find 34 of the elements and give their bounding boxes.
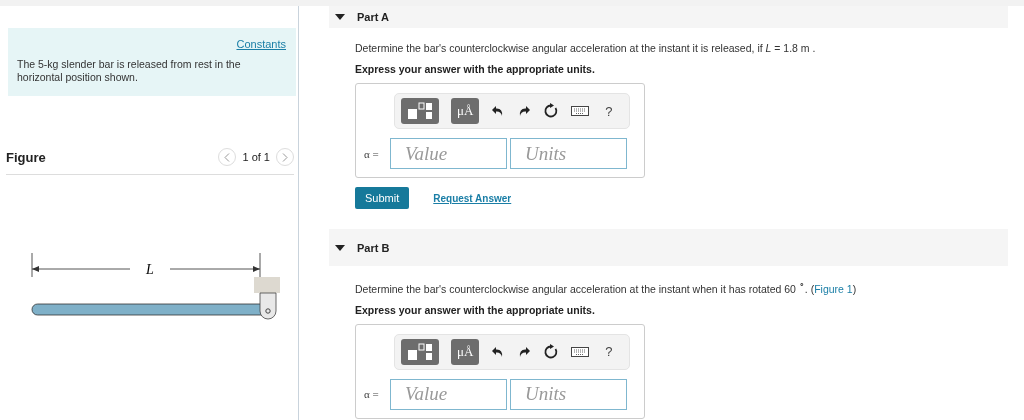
page-counter: 1 of 1: [242, 151, 270, 163]
templates-button[interactable]: [401, 338, 439, 365]
submit-button[interactable]: Submit: [355, 187, 410, 209]
request-answer-link[interactable]: Request Answer: [433, 192, 512, 204]
question-text: Determine the bar's counterclockwise angular acceleration at the instant when it has rotated 60 $^{∘}$. (Figure 1): [355, 280, 858, 295]
collapse-triangle-icon[interactable]: [335, 243, 345, 252]
keyboard-icon[interactable]: [571, 345, 590, 358]
left-chevron-icon: [224, 152, 231, 162]
instruction-text: Express your answer with the appropriate units.: [355, 63, 596, 75]
problem-text: The 5-kg slender bar is released from rest in the horizontal position shown.: [17, 58, 242, 84]
figure-link[interactable]: Figure 1: [814, 282, 853, 295]
constants-link[interactable]: Constants: [236, 38, 286, 50]
units-field[interactable]: Units: [510, 138, 627, 169]
instruction-text: Express your answer with the appropriate units.: [355, 303, 596, 316]
help-button[interactable]: ?: [601, 344, 617, 359]
collapse-triangle-icon[interactable]: [335, 13, 345, 21]
templates-button[interactable]: [401, 98, 439, 124]
right-chevron-icon: [282, 152, 288, 162]
part-title[interactable]: Part B: [357, 241, 390, 254]
figure-heading: Figure: [6, 149, 47, 165]
units-button[interactable]: μÅ: [451, 98, 480, 124]
reset-icon[interactable]: [543, 103, 560, 119]
units-button[interactable]: μÅ: [451, 338, 480, 365]
part-title[interactable]: Part A: [357, 11, 389, 23]
length-label: L: [146, 262, 154, 277]
question-text: Determine the bar's counterclockwise angular acceleration at the instant it is released, if L = 1.8 m .: [355, 42, 817, 54]
variable-label: α =: [364, 147, 380, 160]
value-field[interactable]: Value: [390, 138, 507, 169]
units-field[interactable]: Units: [510, 378, 627, 410]
value-field[interactable]: Value: [390, 378, 507, 410]
help-button[interactable]: ?: [601, 103, 617, 119]
reset-icon[interactable]: [543, 343, 560, 360]
keyboard-icon[interactable]: [571, 105, 590, 117]
variable-label: α =: [364, 388, 380, 400]
